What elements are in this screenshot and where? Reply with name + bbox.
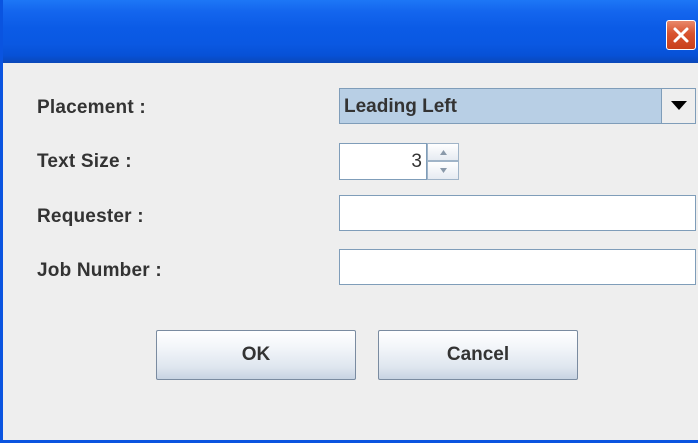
dialog-content: Placement : Leading Left Text Size : 3 R… bbox=[6, 63, 698, 440]
requester-label: Requester : bbox=[37, 206, 144, 227]
text-size-label: Text Size : bbox=[37, 151, 132, 172]
text-size-field[interactable]: 3 bbox=[339, 143, 427, 180]
spinner-up-icon bbox=[440, 150, 447, 155]
text-size-spinner: 3 bbox=[339, 143, 459, 180]
dialog-window: Placement : Leading Left Text Size : 3 R… bbox=[0, 0, 698, 443]
text-size-increment-button[interactable] bbox=[427, 143, 459, 161]
ok-button[interactable]: OK bbox=[156, 330, 356, 380]
text-size-decrement-button[interactable] bbox=[427, 161, 459, 180]
close-button[interactable] bbox=[666, 20, 696, 50]
placement-label: Placement : bbox=[37, 97, 146, 118]
placement-dropdown-button[interactable] bbox=[661, 89, 695, 123]
title-bar[interactable] bbox=[3, 0, 698, 63]
placement-selected-value: Leading Left bbox=[344, 96, 457, 117]
job-number-field[interactable] bbox=[339, 249, 696, 285]
chevron-down-icon bbox=[671, 101, 687, 110]
requester-field[interactable] bbox=[339, 195, 696, 231]
spinner-down-icon bbox=[440, 168, 447, 173]
placement-dropdown[interactable]: Leading Left bbox=[339, 88, 696, 124]
job-number-label: Job Number : bbox=[37, 260, 162, 281]
close-icon bbox=[673, 27, 689, 43]
cancel-button[interactable]: Cancel bbox=[378, 330, 578, 380]
